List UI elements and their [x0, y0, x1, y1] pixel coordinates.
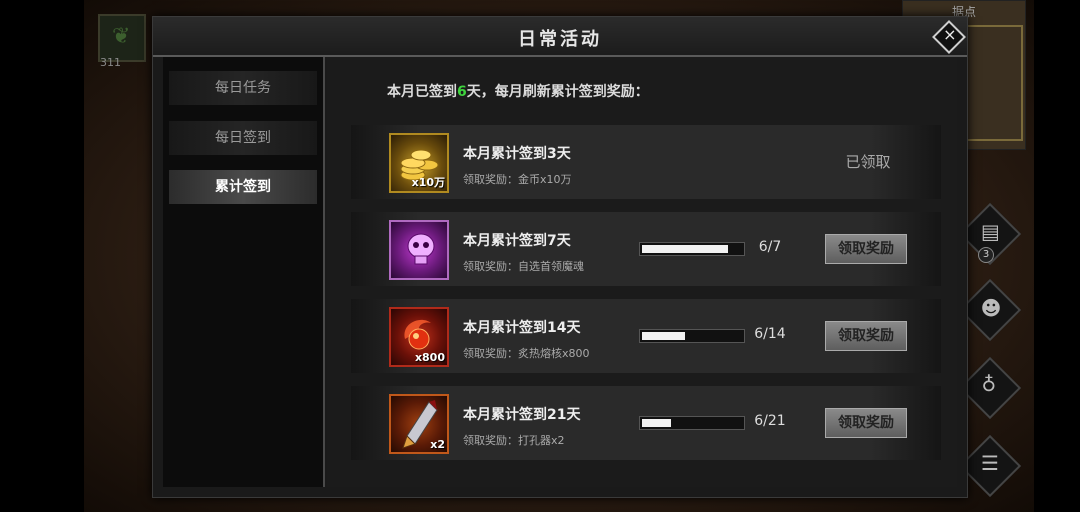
- tab-daily-tasks[interactable]: 每日任务: [169, 71, 317, 105]
- gold-coins-icon: x10万: [389, 133, 449, 193]
- reward-row: x2 本月累计签到21天 领取奖励：打孔器x2 6/21 领取奖励: [351, 386, 941, 460]
- item-quantity: x10万: [411, 176, 445, 189]
- progress-text: 6/14: [754, 326, 786, 342]
- claim-reward-button[interactable]: 领取奖励: [825, 408, 907, 438]
- drill-blade-icon: x2: [389, 394, 449, 454]
- reward-panel: 本月已签到6天，每月刷新累计签到奖励： x10万 本月累计签到3天 领取奖励：金…: [327, 57, 957, 487]
- claimed-status: 已领取: [845, 153, 891, 171]
- signin-days: 6: [457, 84, 467, 100]
- dialog-header: 日常活动 ×: [153, 17, 967, 57]
- progress-text: 6/7: [758, 239, 782, 255]
- progress-fill: [642, 419, 671, 427]
- dialog-title: 日常活动: [518, 29, 602, 50]
- reward-title: 本月累计签到7天: [463, 233, 571, 249]
- minimap-room: [963, 25, 1023, 141]
- reward-row: 本月累计签到7天 领取奖励：自选首领魔魂 6/7 领取奖励: [351, 212, 941, 286]
- reward-row: x10万 本月累计签到3天 领取奖励：金币x10万 已领取: [351, 125, 941, 199]
- daily-activity-dialog: 日常活动 × 每日任务 每日签到 累计签到 本月已签到6天，每月刷新累计签到奖励…: [152, 16, 968, 498]
- reward-title: 本月累计签到3天: [463, 146, 571, 162]
- slot-count: 311: [100, 56, 121, 69]
- summary-prefix: 本月已签到: [387, 84, 457, 100]
- item-quantity: x2: [430, 438, 445, 451]
- list-icon: ☰: [981, 451, 999, 476]
- tab-daily-signin[interactable]: 每日签到: [169, 121, 317, 155]
- molten-core-icon: x800: [389, 307, 449, 367]
- item-quantity: x800: [414, 351, 445, 364]
- purple-skull-icon: [389, 220, 449, 280]
- reward-description: 领取奖励：炙热熔核x800: [463, 347, 590, 360]
- reward-title: 本月累计签到21天: [463, 407, 581, 423]
- progress-bar: [639, 242, 745, 256]
- inventory-slot[interactable]: ❦: [98, 14, 146, 62]
- potion-icon: ♁: [981, 371, 997, 396]
- summary-suffix: 天，每月刷新累计签到奖励：: [466, 84, 649, 100]
- reward-description: 领取奖励：打孔器x2: [463, 434, 565, 447]
- progress-text: 6/21: [754, 413, 786, 429]
- claim-reward-button[interactable]: 领取奖励: [825, 321, 907, 351]
- tab-cumulative-signin[interactable]: 累计签到: [169, 170, 317, 204]
- close-icon: ×: [943, 24, 957, 44]
- claim-reward-button[interactable]: 领取奖励: [825, 234, 907, 264]
- reward-description: 领取奖励：自选首领魔魂: [463, 260, 584, 273]
- progress-bar: [639, 416, 745, 430]
- reward-row: x800 本月累计签到14天 领取奖励：炙热熔核x800 6/14 领取奖励: [351, 299, 941, 373]
- reward-title: 本月累计签到14天: [463, 320, 581, 336]
- quest-count-badge: 3: [978, 247, 994, 263]
- sidebar: 每日任务 每日签到 累计签到: [163, 57, 325, 487]
- progress-bar: [639, 329, 745, 343]
- scroll-icon: ▤: [980, 219, 1000, 244]
- progress-fill: [642, 245, 728, 253]
- progress-fill: [642, 332, 685, 340]
- leaf-icon: ❦: [112, 24, 131, 49]
- signin-summary: 本月已签到6天，每月刷新累计签到奖励：: [387, 81, 649, 101]
- reward-description: 领取奖励：金币x10万: [463, 173, 572, 186]
- people-icon: ☻: [980, 296, 1002, 321]
